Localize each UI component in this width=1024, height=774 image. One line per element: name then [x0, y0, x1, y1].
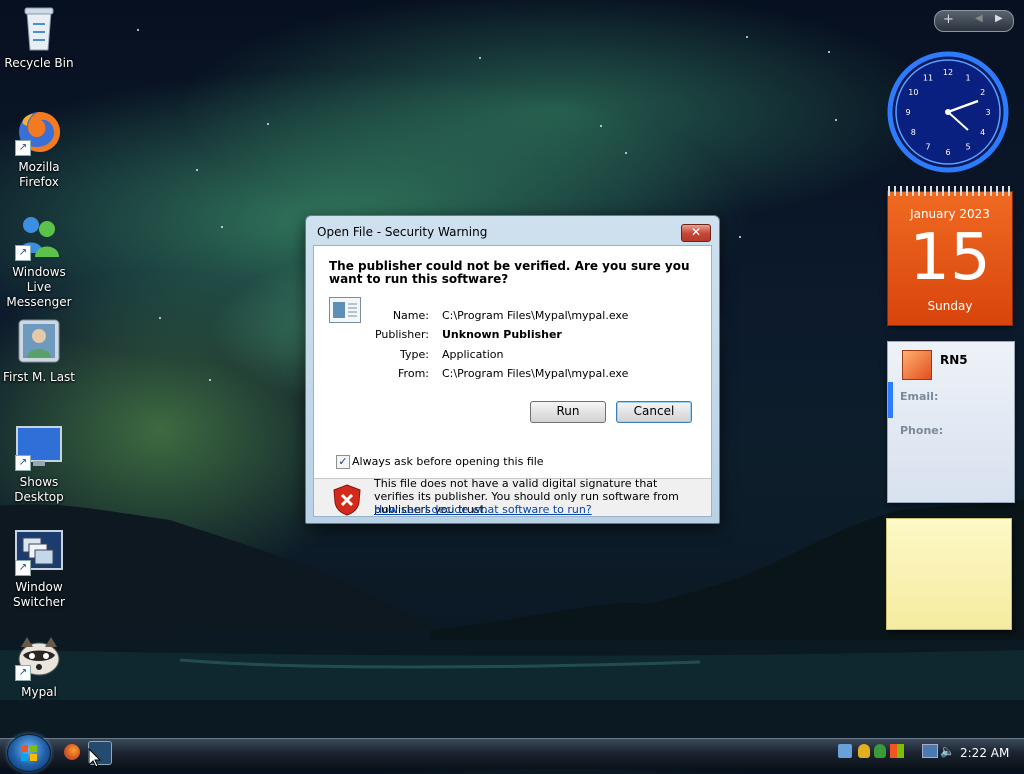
desktop-icon-label: Recycle Bin	[4, 56, 74, 70]
clock-number: 6	[945, 148, 950, 157]
window-switcher-icon: ↗	[15, 528, 63, 576]
desktop-icon-recycle-bin[interactable]: Recycle Bin	[0, 4, 78, 71]
tray-network-icon[interactable]	[838, 744, 852, 758]
desktop-icon-label: Mypal	[21, 685, 57, 699]
field-row-name: Name: C:\Program Files\Mypal\mypal.exe	[314, 309, 711, 325]
clock-number: 4	[980, 128, 985, 137]
contact-gadget[interactable]: RN5 Email: Phone:	[887, 341, 1015, 503]
shortcut-arrow-icon: ↗	[15, 455, 31, 471]
dialog-body: The publisher could not be verified. Are…	[313, 245, 712, 517]
desktop-icon-label: Mozilla Firefox	[18, 160, 60, 189]
tray-windows-icon[interactable]	[890, 744, 904, 758]
contact-email-label: Email:	[900, 390, 939, 403]
clock-number: 7	[925, 143, 930, 152]
mouse-cursor-icon	[88, 748, 102, 768]
tray-shield-icon[interactable]	[874, 744, 886, 758]
help-link[interactable]: How can I decide what software to run?	[374, 503, 592, 516]
clock-number: 10	[908, 88, 918, 97]
run-button[interactable]: Run	[530, 401, 606, 423]
quicklaunch-firefox-icon[interactable]	[64, 744, 80, 760]
field-value: C:\Program Files\Mypal\mypal.exe	[442, 309, 629, 322]
clock-number: 2	[980, 88, 985, 97]
desktop-icon-user-folder[interactable]: First M. Last	[0, 318, 78, 385]
calendar-day: 15	[909, 221, 991, 295]
desktop-icon-firefox[interactable]: ↗ Mozilla Firefox	[0, 108, 78, 190]
field-label: From:	[398, 367, 429, 380]
notes-gadget[interactable]	[886, 518, 1012, 630]
field-label: Name:	[392, 309, 429, 322]
clock-number: 3	[985, 108, 990, 117]
shortcut-arrow-icon: ↗	[15, 140, 31, 156]
clock-gadget[interactable]: 121234567891011	[886, 50, 1010, 174]
always-ask-checkbox[interactable]: ✓	[336, 455, 350, 469]
desktop-icon-label: Window Switcher	[13, 580, 65, 609]
desktop-icon-show-desktop[interactable]: ↗ Shows Desktop	[0, 423, 78, 505]
dialog-close-button[interactable]: ✕	[681, 224, 711, 242]
desktop-icon-label: First M. Last	[2, 370, 76, 384]
field-value: Unknown Publisher	[442, 328, 562, 341]
field-label: Type:	[400, 348, 429, 361]
contact-phone-label: Phone:	[900, 424, 944, 437]
clock-number: 12	[943, 68, 953, 77]
tray-security-icon[interactable]	[858, 744, 870, 758]
windows-logo-icon	[21, 745, 37, 761]
gadget-next-icon[interactable]: ▶	[995, 13, 1003, 24]
cancel-button[interactable]: Cancel	[616, 401, 692, 423]
clock-number: 11	[923, 73, 933, 82]
dialog-title: Open File - Security Warning	[317, 225, 488, 239]
field-value: Application	[442, 348, 504, 361]
field-label: Publisher:	[374, 328, 429, 341]
start-button[interactable]	[7, 734, 51, 772]
desktop-icon-label: Shows Desktop	[14, 475, 64, 504]
contact-name: RN5	[940, 353, 968, 367]
field-row-publisher: Publisher: Unknown Publisher	[314, 328, 711, 344]
warning-area: This file does not have a valid digital …	[314, 477, 711, 516]
tray-volume-icon[interactable]: 🔈	[940, 744, 955, 758]
desktop-icon-window-switcher[interactable]: ↗ Window Switcher	[0, 528, 78, 610]
gadget-prev-icon[interactable]: ◀	[975, 13, 983, 24]
shield-warning-icon	[333, 484, 361, 516]
shortcut-arrow-icon: ↗	[15, 245, 31, 261]
recycle-bin-icon	[15, 4, 63, 52]
clock-number: 1	[965, 73, 970, 82]
field-row-from: From: C:\Program Files\Mypal\mypal.exe	[314, 367, 711, 383]
messenger-icon: ↗	[15, 213, 63, 261]
field-row-type: Type: Application	[314, 348, 711, 364]
clock-number: 9	[905, 108, 910, 117]
calendar-gadget[interactable]: January 2023 15 Sunday	[887, 186, 1013, 326]
calendar-month: January 2023	[910, 207, 990, 221]
calendar-weekday: Sunday	[927, 299, 973, 313]
clock-number: 5	[965, 143, 970, 152]
tray-monitor-icon[interactable]	[922, 744, 938, 758]
shortcut-arrow-icon: ↗	[15, 560, 31, 576]
security-warning-dialog: Open File - Security Warning ✕ The publi…	[305, 215, 720, 524]
gadget-controls: + ◀ ▶	[934, 10, 1014, 32]
contact-avatar-icon	[902, 350, 932, 380]
contact-accent	[888, 382, 893, 418]
clock-number: 8	[911, 128, 916, 137]
desktop-icon-messenger[interactable]: ↗ Windows Live Messenger	[0, 213, 78, 310]
desktop-icon-mypal[interactable]: ↗ Mypal	[0, 633, 78, 700]
add-gadget-icon[interactable]: +	[943, 12, 954, 27]
dialog-heading: The publisher could not be verified. Are…	[329, 259, 690, 286]
field-value: C:\Program Files\Mypal\mypal.exe	[442, 367, 629, 380]
user-folder-icon	[15, 318, 63, 366]
tray-icons: 🔈	[838, 744, 956, 760]
desktop-icon-label: Windows Live Messenger	[6, 265, 72, 309]
shortcut-arrow-icon: ↗	[15, 665, 31, 681]
always-ask-label[interactable]: Always ask before opening this file	[352, 455, 544, 468]
calendar-rings	[888, 186, 1012, 196]
firefox-icon: ↗	[15, 108, 63, 156]
taskbar-clock[interactable]: 2:22 AM	[960, 746, 1009, 760]
mypal-icon: ↗	[15, 633, 63, 681]
show-desktop-icon: ↗	[15, 423, 63, 471]
